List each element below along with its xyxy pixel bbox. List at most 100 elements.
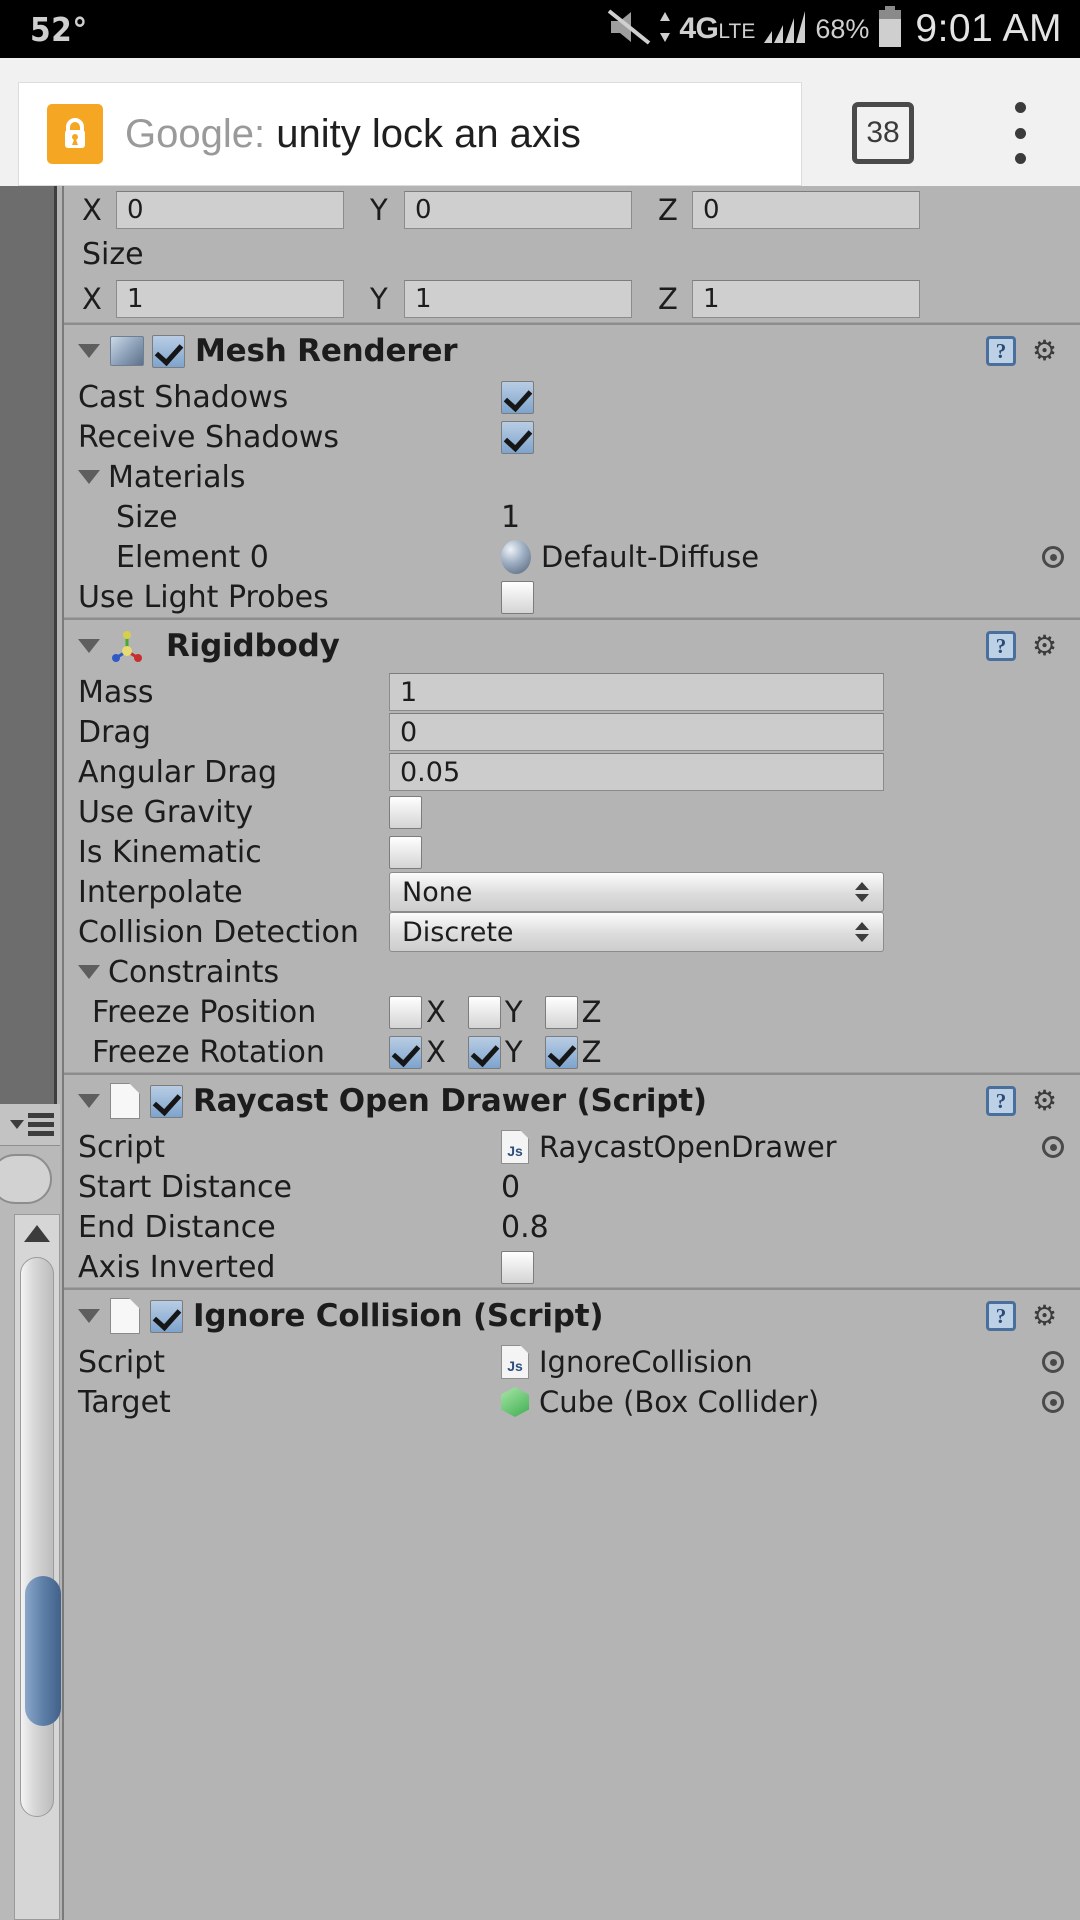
cast-shadows-checkbox[interactable] (501, 380, 534, 414)
hamburger-icon[interactable] (28, 1113, 54, 1136)
freeze-position-y-checkbox[interactable] (467, 995, 501, 1029)
position-z-field[interactable]: 0 (692, 190, 920, 229)
object-picker-icon[interactable] (1042, 1351, 1064, 1373)
end-distance-value[interactable]: 0.8 (501, 1210, 549, 1245)
scroll-up-arrow-icon[interactable] (24, 1225, 50, 1242)
freeze-rotation-z-checkbox[interactable] (544, 1035, 578, 1069)
is-kinematic-checkbox[interactable] (389, 835, 422, 869)
axis-inverted-checkbox[interactable] (501, 1250, 534, 1284)
foldout-triangle-icon[interactable] (78, 965, 100, 979)
property-row-receive-shadows: Receive Shadows (64, 417, 1080, 457)
property-row-collision-detection: Collision Detection Discrete (64, 912, 1080, 952)
target-object-field[interactable]: Cube (Box Collider) (501, 1385, 819, 1419)
mesh-renderer-enabled-checkbox[interactable] (152, 334, 185, 368)
gear-icon[interactable]: ⚙ (1032, 336, 1066, 366)
foldout-triangle-icon[interactable] (78, 344, 100, 358)
scrollbar-thumb-highlight[interactable] (25, 1576, 61, 1726)
property-label: Start Distance (78, 1169, 292, 1205)
ignore-collision-enabled-checkbox[interactable] (150, 1299, 183, 1333)
help-icon[interactable]: ? (986, 631, 1016, 661)
gear-icon[interactable]: ⚙ (1032, 1086, 1066, 1116)
script-object-field[interactable]: Js RaycastOpenDrawer (501, 1130, 837, 1164)
object-picker-icon[interactable] (1042, 546, 1064, 568)
component-header-mesh-renderer[interactable]: Mesh Renderer ? ⚙ (64, 325, 1080, 377)
interpolate-dropdown[interactable]: None (389, 872, 884, 912)
start-distance-value[interactable]: 0 (501, 1170, 520, 1205)
help-icon[interactable]: ? (986, 1086, 1016, 1116)
receive-shadows-checkbox[interactable] (501, 420, 534, 454)
android-status-bar: 52° 4G LTE 68% 9:01 AM (0, 0, 1080, 58)
gear-icon[interactable]: ⚙ (1032, 1301, 1066, 1331)
object-picker-icon[interactable] (1042, 1391, 1064, 1413)
size-section-label: Size (82, 236, 144, 272)
freeze-position-z-checkbox[interactable] (544, 995, 578, 1029)
drag-field[interactable]: 0 (389, 713, 884, 751)
gear-icon[interactable]: ⚙ (1032, 631, 1066, 661)
component-header-rigidbody[interactable]: Rigidbody ? ⚙ (64, 620, 1080, 672)
size-row: X 1 Y 1 Z 1 (64, 275, 1080, 322)
inspector-panel: X 0 Y 0 Z 0 Size X 1 Y 1 Z 1 Mesh Render… (62, 186, 1080, 1920)
size-z-label: Z (658, 281, 678, 316)
freeze-rotation-x-checkbox[interactable] (389, 1035, 422, 1069)
component-header-raycast-open-drawer[interactable]: Raycast Open Drawer (Script) ? ⚙ (64, 1075, 1080, 1127)
size-y-label: Y (370, 281, 388, 316)
mass-field[interactable]: 1 (389, 673, 884, 711)
angular-drag-field[interactable]: 0.05 (389, 753, 884, 791)
webpage-screenshot-content: X 0 Y 0 Z 0 Size X 1 Y 1 Z 1 Mesh Render… (0, 186, 1080, 1920)
property-label: Interpolate (78, 874, 243, 910)
omnibox[interactable]: Google: unity lock an axis (18, 82, 802, 186)
property-label: Materials (108, 459, 246, 495)
vertical-scrollbar[interactable] (14, 1214, 61, 1920)
scrollbar-thumb[interactable] (20, 1257, 61, 1817)
foldout-triangle-icon[interactable] (78, 1094, 100, 1108)
chevron-down-icon[interactable] (10, 1120, 24, 1129)
foldout-triangle-icon[interactable] (78, 1309, 100, 1323)
stepper-arrows-icon (855, 882, 869, 902)
property-label: Script (78, 1344, 166, 1380)
interpolate-value: None (402, 876, 473, 908)
foldout-triangle-icon[interactable] (78, 470, 100, 484)
property-row-script: Script Js IgnoreCollision (64, 1342, 1080, 1382)
freeze-position-x-checkbox[interactable] (389, 995, 422, 1029)
property-row-constraints[interactable]: Constraints (64, 952, 1080, 992)
tab-switcher-button[interactable]: 38 (852, 102, 914, 164)
kebab-menu-icon[interactable] (1000, 102, 1040, 164)
editor-left-gutter (0, 186, 57, 1104)
property-row-end-distance: End Distance 0.8 (64, 1207, 1080, 1247)
stepper-arrows-icon (855, 922, 869, 942)
property-row-mass: Mass 1 (64, 672, 1080, 712)
element-0-object-field[interactable]: Default-Diffuse (501, 540, 759, 574)
property-row-materials[interactable]: Materials (64, 457, 1080, 497)
freeze-rotation-y-checkbox[interactable] (467, 1035, 501, 1069)
axis-y-label: Y (504, 1035, 523, 1069)
position-y-field[interactable]: 0 (404, 190, 632, 229)
property-label: Element 0 (116, 539, 269, 575)
foldout-triangle-icon[interactable] (78, 639, 100, 653)
property-label: Angular Drag (78, 754, 278, 790)
property-label: Script (78, 1129, 166, 1165)
use-gravity-checkbox[interactable] (389, 795, 422, 829)
help-icon[interactable]: ? (986, 1301, 1016, 1331)
materials-size-value[interactable]: 1 (501, 500, 520, 535)
property-row-interpolate: Interpolate None (64, 872, 1080, 912)
help-icon[interactable]: ? (986, 336, 1016, 366)
search-input[interactable] (0, 1154, 52, 1204)
position-x-field[interactable]: 0 (116, 190, 344, 229)
property-row-element-0: Element 0 Default-Diffuse (64, 537, 1080, 577)
rigidbody-axis-icon (110, 629, 144, 663)
object-picker-icon[interactable] (1042, 1136, 1064, 1158)
collision-detection-dropdown[interactable]: Discrete (389, 912, 884, 952)
raycast-open-drawer-enabled-checkbox[interactable] (150, 1084, 183, 1118)
axis-x-label: X (426, 995, 446, 1029)
property-label: Mass (78, 674, 154, 710)
script-object-field[interactable]: Js IgnoreCollision (501, 1345, 753, 1379)
component-title: Mesh Renderer (195, 333, 458, 369)
position-y-label: Y (370, 192, 388, 227)
size-z-field[interactable]: 1 (692, 279, 920, 318)
project-panel-toolbar[interactable] (0, 1104, 60, 1146)
use-light-probes-checkbox[interactable] (501, 580, 534, 614)
size-x-field[interactable]: 1 (116, 279, 344, 318)
position-row: X 0 Y 0 Z 0 (64, 186, 1080, 233)
component-header-ignore-collision[interactable]: Ignore Collision (Script) ? ⚙ (64, 1290, 1080, 1342)
size-y-field[interactable]: 1 (404, 279, 632, 318)
